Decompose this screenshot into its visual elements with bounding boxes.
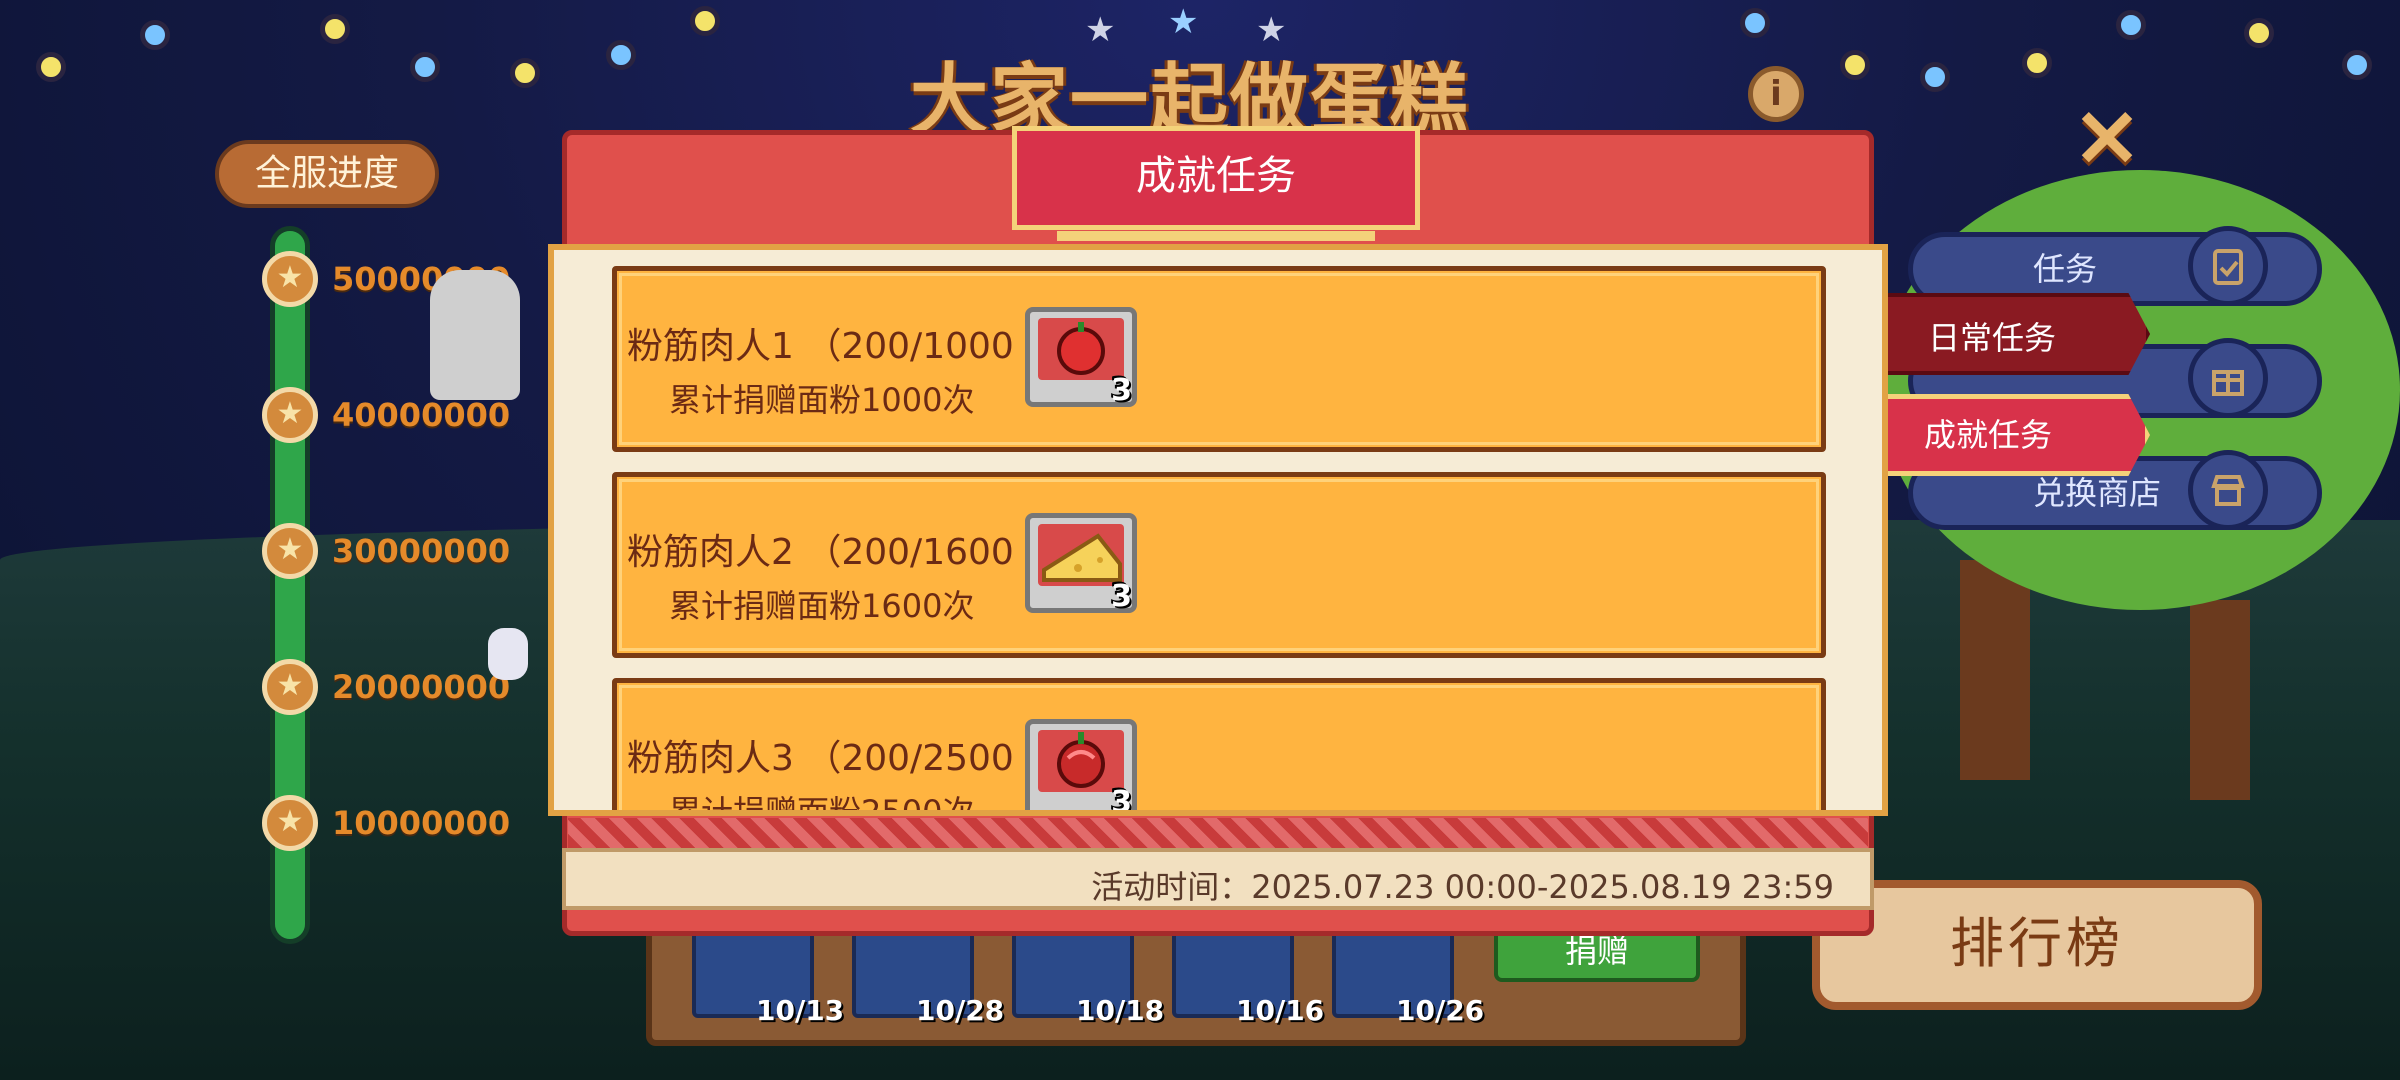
task-name: 粉筋肉人2 （200/1600	[627, 532, 1014, 573]
task-row: 粉筋肉人2 （200/1600 累计捐赠面粉1600次 3	[612, 472, 1826, 658]
star-decoration-icon: ★	[1168, 2, 1199, 42]
dialog-title: 成就任务	[1012, 126, 1420, 241]
task-description: 累计捐赠面粉1000次	[669, 381, 975, 419]
task-description: 累计捐赠面粉1600次	[669, 587, 975, 625]
milestone-star-icon: ★	[262, 795, 318, 851]
event-time: 活动时间：2025.07.23 00:00-2025.08.19 23:59	[1091, 868, 1834, 906]
ingredient-count: 10/26	[1396, 994, 1485, 1027]
shop-icon[interactable]	[2188, 450, 2268, 530]
light-bulb	[410, 52, 440, 82]
light-bulb	[140, 20, 170, 50]
light-bulb	[320, 14, 350, 44]
reward-item[interactable]: 3	[1025, 719, 1137, 816]
milestone-star-icon: ★	[262, 659, 318, 715]
task-row: 粉筋肉人3 （200/2500 累计捐赠面粉2500次 3	[612, 678, 1826, 816]
light-bulb	[2244, 18, 2274, 48]
milestone-label: 20000000	[332, 668, 511, 706]
light-bulb	[606, 40, 636, 70]
milestone-label: 30000000	[332, 532, 511, 570]
reward-item[interactable]: 3	[1025, 307, 1137, 408]
tab-achievement-tasks[interactable]: 成就任务	[1880, 394, 2150, 476]
milestone-star-icon: ★	[262, 387, 318, 443]
light-bulb	[2022, 48, 2052, 78]
milestone-label: 40000000	[332, 396, 511, 434]
milestone-star-icon: ★	[262, 523, 318, 579]
reward-count: 3	[1111, 785, 1132, 816]
light-bulb	[36, 52, 66, 82]
reward-count: 3	[1111, 579, 1132, 614]
leaderboard-button[interactable]: 排行榜	[1812, 880, 2262, 1010]
task-row: 粉筋肉人1 （200/1000 累计捐赠面粉1000次 3	[612, 266, 1826, 452]
light-bulb	[690, 6, 720, 36]
task-name: 粉筋肉人3 （200/2500	[627, 738, 1014, 779]
apple-icon	[1038, 318, 1124, 380]
ingredient-count: 10/28	[916, 994, 1005, 1027]
character-sprite	[430, 270, 520, 400]
milestone-star-icon: ★	[262, 251, 318, 307]
light-bulb	[510, 58, 540, 88]
milestone-label: 10000000	[332, 804, 511, 842]
dialog-trim	[568, 818, 1868, 848]
light-bulb	[2116, 10, 2146, 40]
gift-icon[interactable]	[2188, 338, 2268, 418]
clipboard-icon[interactable]	[2188, 226, 2268, 306]
task-description: 累计捐赠面粉2500次	[669, 793, 975, 816]
candy-apple-icon	[1038, 730, 1124, 792]
tree-trunk	[2190, 600, 2250, 800]
bunny-sprite	[488, 628, 528, 680]
light-bulb	[1920, 62, 1950, 92]
close-button[interactable]: ×	[2070, 92, 2144, 178]
task-name: 粉筋肉人1 （200/1000	[627, 326, 1014, 367]
ingredient-count: 10/18	[1076, 994, 1165, 1027]
reward-count: 3	[1111, 373, 1132, 408]
ingredient-count: 10/13	[756, 994, 845, 1027]
server-progress-title: 全服进度	[215, 140, 439, 208]
task-list[interactable]: 粉筋肉人1 （200/1000 累计捐赠面粉1000次 3 粉筋肉人2 （200…	[548, 244, 1888, 816]
light-bulb	[1740, 8, 1770, 38]
light-bulb	[2342, 50, 2372, 80]
tab-daily-tasks[interactable]: 日常任务	[1880, 293, 2150, 375]
info-button[interactable]: i	[1748, 66, 1804, 122]
ingredient-count: 10/16	[1236, 994, 1325, 1027]
reward-item[interactable]: 3	[1025, 513, 1137, 614]
tree-trunk	[1960, 560, 2030, 780]
cheese-icon	[1038, 524, 1124, 586]
event-time-bar: 活动时间：2025.07.23 00:00-2025.08.19 23:59	[562, 848, 1874, 910]
light-bulb	[1840, 50, 1870, 80]
